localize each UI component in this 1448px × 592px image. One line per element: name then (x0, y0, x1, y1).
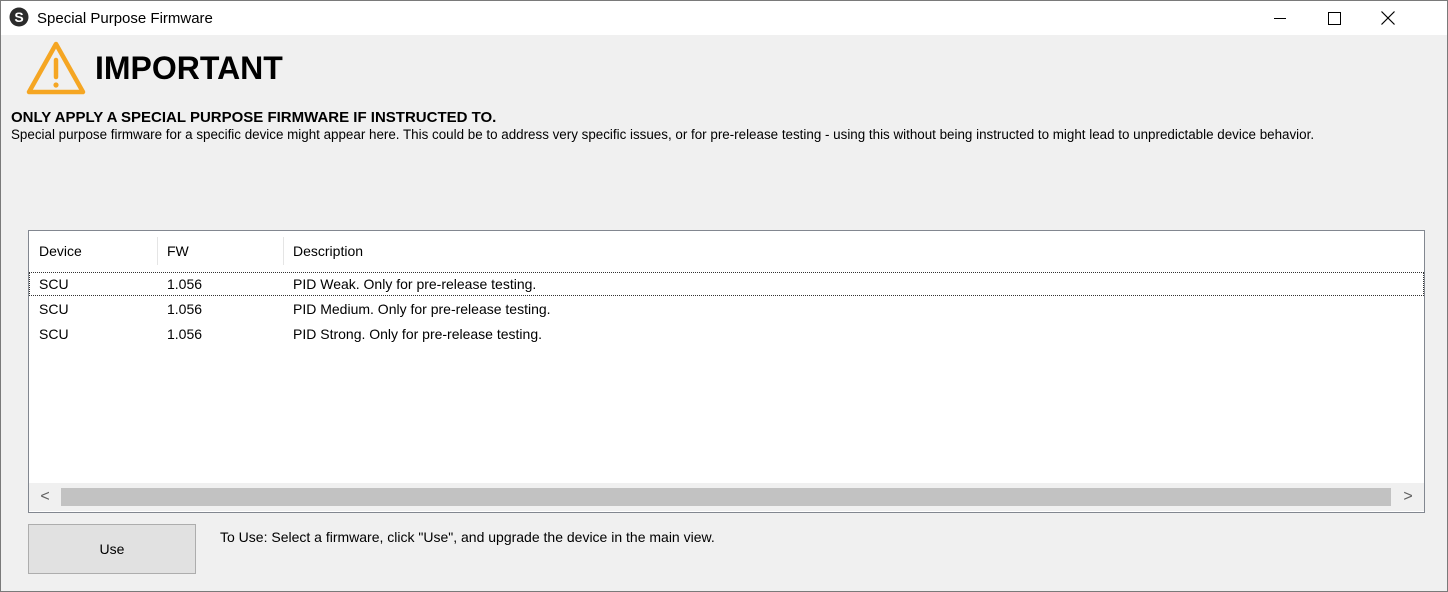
special-purpose-firmware-window: S Special Purpose Firmware IMPORTANT ONL… (0, 0, 1448, 592)
close-button[interactable] (1365, 1, 1411, 35)
minimize-icon (1274, 18, 1286, 19)
device-cell: SCU (39, 326, 69, 342)
firmware-list[interactable]: Device FW Description SCU 1.056 PID Weak… (28, 230, 1425, 513)
svg-text:S: S (14, 9, 23, 25)
list-header: Device FW Description (29, 231, 1424, 271)
device-cell: SCU (39, 301, 69, 317)
description-cell: PID Medium. Only for pre-release testing… (293, 301, 551, 317)
title-bar: S Special Purpose Firmware (1, 1, 1447, 35)
window-title: Special Purpose Firmware (37, 10, 213, 27)
s-logo-icon: S (9, 7, 29, 27)
maximize-button[interactable] (1311, 1, 1357, 35)
minimize-button[interactable] (1257, 1, 1303, 35)
fw-cell: 1.056 (167, 301, 203, 317)
fw-cell: 1.056 (167, 326, 203, 342)
warning-subheading: ONLY APPLY A SPECIAL PURPOSE FIRMWARE IF… (11, 109, 497, 126)
column-header-fw[interactable]: FW (157, 231, 283, 271)
warning-triangle-icon (26, 41, 86, 95)
chevron-left-icon: < (40, 488, 50, 505)
scroll-left-button[interactable]: < (29, 483, 61, 511)
device-cell: SCU (39, 276, 69, 292)
scroll-right-button[interactable]: > (1392, 483, 1424, 511)
column-header-device[interactable]: Device (29, 231, 157, 271)
important-heading: IMPORTANT (95, 50, 283, 86)
chevron-right-icon: > (1403, 488, 1413, 505)
use-instructions: To Use: Select a firmware, click "Use", … (220, 529, 715, 545)
scrollbar-thumb[interactable] (61, 488, 1391, 506)
description-cell: PID Strong. Only for pre-release testing… (293, 326, 542, 342)
horizontal-scrollbar[interactable]: < > (29, 483, 1424, 511)
list-item[interactable]: SCU 1.056 PID Strong. Only for pre-relea… (29, 322, 1424, 346)
close-icon (1381, 11, 1395, 25)
warning-description: Special purpose firmware for a specific … (11, 127, 1315, 142)
column-header-description[interactable]: Description (283, 231, 683, 271)
use-button[interactable]: Use (28, 524, 196, 574)
list-item[interactable]: SCU 1.056 PID Medium. Only for pre-relea… (29, 297, 1424, 321)
maximize-icon (1327, 11, 1341, 25)
list-item[interactable]: SCU 1.056 PID Weak. Only for pre-release… (29, 272, 1424, 296)
description-cell: PID Weak. Only for pre-release testing. (293, 276, 537, 292)
fw-cell: 1.056 (167, 276, 203, 292)
